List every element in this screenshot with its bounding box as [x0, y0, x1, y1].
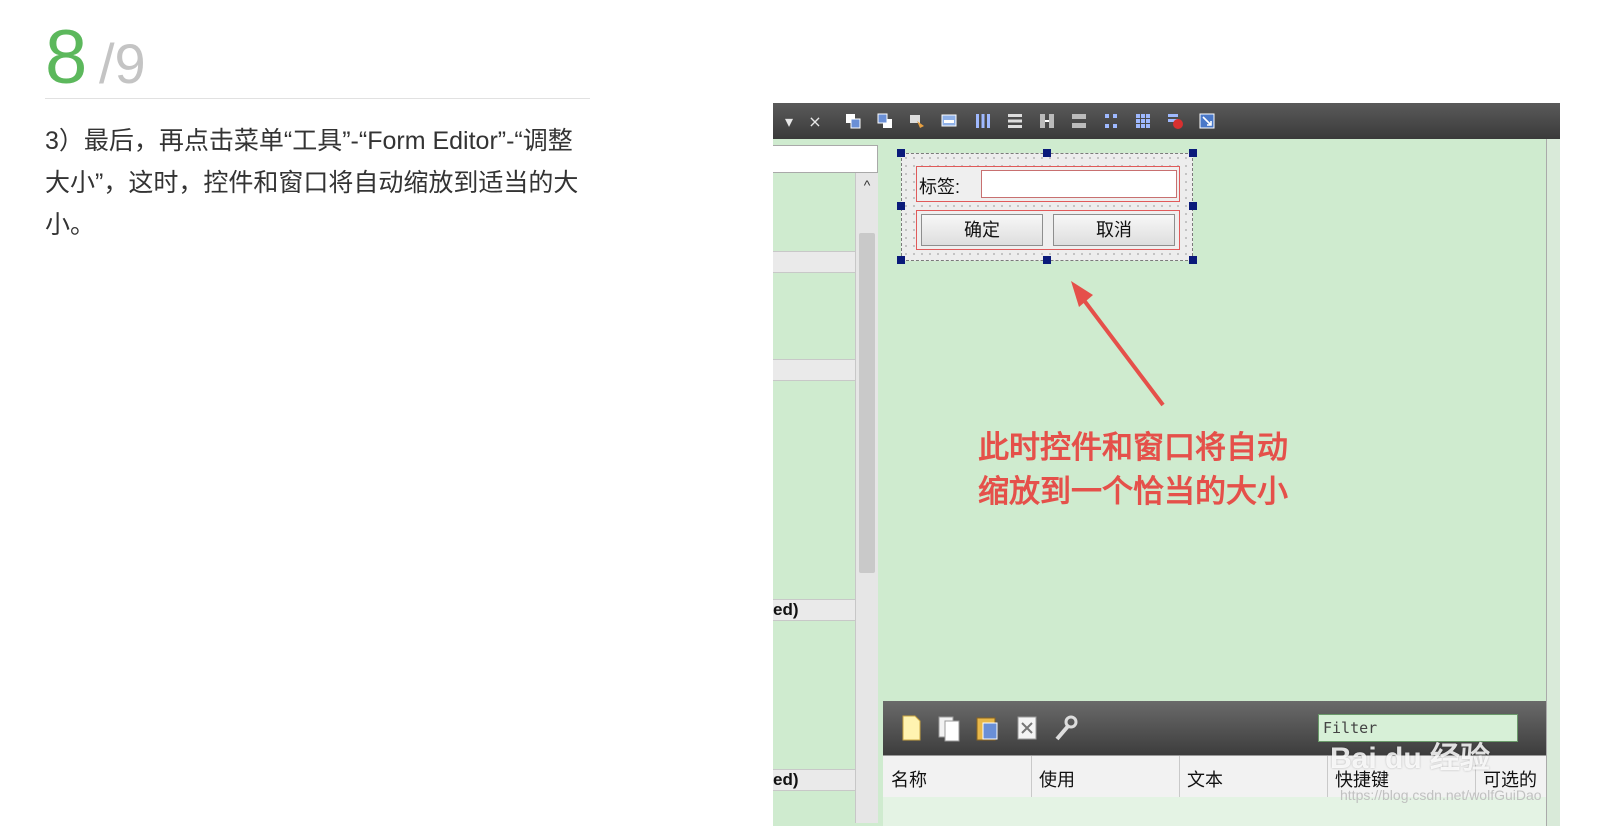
splitter-horizontal-icon[interactable] — [1035, 109, 1059, 133]
resize-handle[interactable] — [1189, 202, 1197, 210]
scrollbar-thumb[interactable] — [859, 233, 875, 573]
paste-action-icon[interactable] — [973, 713, 1001, 743]
resize-handle[interactable] — [897, 202, 905, 210]
scroll-up-icon[interactable]: ^ — [859, 177, 875, 193]
cancel-button[interactable]: 取消 — [1053, 214, 1175, 246]
break-layout-icon[interactable] — [1163, 109, 1187, 133]
new-action-icon[interactable] — [897, 713, 925, 743]
align-back-icon[interactable] — [873, 109, 897, 133]
form-text-input[interactable] — [981, 170, 1177, 198]
step-number: 8 — [45, 15, 88, 100]
layout-form-icon[interactable] — [1099, 109, 1123, 133]
step-header: 8 /9 — [45, 18, 590, 99]
close-icon[interactable]: × — [803, 109, 827, 133]
configure-wrench-icon[interactable] — [1051, 713, 1079, 743]
left-panel-row-label[interactable]: ed) — [773, 599, 855, 621]
design-canvas: 标签: 确定 取消 此时控件和窗口将自动 缩放到一个恰当的大小 — [883, 139, 1560, 701]
layout-grid-icon[interactable] — [1131, 109, 1155, 133]
form-label: 标签: — [919, 177, 961, 197]
screenshot-image: ▾ × ed) ed) ^ 标签: 确定 取消 此时控件和窗口将自动 缩放到一个… — [773, 103, 1560, 826]
column-divider — [1031, 756, 1032, 798]
left-panel-row[interactable] — [773, 359, 855, 381]
resize-handle[interactable] — [897, 256, 905, 264]
dropdown-icon[interactable]: ▾ — [777, 109, 801, 133]
annotation-line-2: 缩放到一个恰当的大小 — [978, 474, 1288, 509]
column-header-text[interactable]: 文本 — [1187, 766, 1223, 792]
annotation-arrow — [1071, 281, 1165, 407]
step-total: /9 — [99, 32, 146, 95]
resize-handle[interactable] — [1043, 149, 1051, 157]
watermark-url: https://blog.csdn.net/wolfGuiDao — [1340, 787, 1542, 803]
resize-handle[interactable] — [897, 149, 905, 157]
layout-horizontal-icon[interactable] — [971, 109, 995, 133]
splitter-vertical-icon[interactable] — [1067, 109, 1091, 133]
annotation-line-1: 此时控件和窗口将自动 — [978, 430, 1288, 465]
watermark-logo: Bai du 经验 — [1330, 742, 1491, 775]
left-dock-panel: ed) ed) ^ — [773, 139, 884, 826]
left-search-field[interactable] — [773, 145, 878, 173]
column-divider — [1179, 756, 1180, 798]
column-header-name[interactable]: 名称 — [891, 766, 927, 792]
selected-form[interactable]: 标签: 确定 取消 — [897, 149, 1197, 264]
column-divider — [1327, 756, 1328, 798]
align-front-icon[interactable] — [841, 109, 865, 133]
button-row: 确定 取消 — [916, 210, 1180, 250]
vertical-scrollbar[interactable]: ^ — [855, 173, 878, 823]
ok-button[interactable]: 确定 — [921, 214, 1043, 246]
annotation-text: 此时控件和窗口将自动 缩放到一个恰当的大小 — [978, 426, 1338, 514]
left-panel-row[interactable] — [773, 251, 855, 273]
copy-action-icon[interactable] — [935, 713, 963, 743]
right-dock-edge — [1546, 139, 1560, 826]
left-panel-row-label[interactable]: ed) — [773, 769, 855, 791]
layout-vertical-icon[interactable] — [1003, 109, 1027, 133]
resize-handle[interactable] — [1043, 256, 1051, 264]
form-preview-icon[interactable] — [937, 109, 961, 133]
instruction-text: 3）最后，再点击菜单“工具”-“Form Editor”-“调整大小”，这时，控… — [45, 127, 579, 239]
resize-handle[interactable] — [1189, 256, 1197, 264]
delete-action-icon[interactable] — [1013, 713, 1041, 743]
label-input-row: 标签: — [916, 166, 1180, 202]
adjust-size-icon[interactable] — [1195, 109, 1219, 133]
tag-edit-icon[interactable] — [905, 109, 929, 133]
resize-handle[interactable] — [1189, 149, 1197, 157]
column-header-used[interactable]: 使用 — [1039, 766, 1075, 792]
designer-toolbar: ▾ × — [773, 103, 1560, 140]
